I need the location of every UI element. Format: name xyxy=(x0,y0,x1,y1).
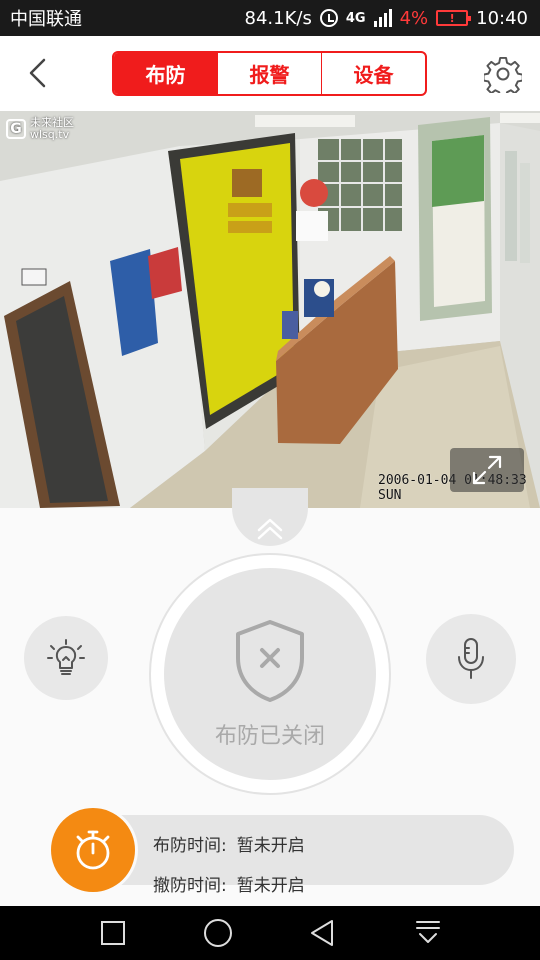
lightbulb-icon xyxy=(47,639,85,675)
signal-icon xyxy=(373,9,392,27)
network-type: 4G xyxy=(345,10,366,26)
light-button[interactable] xyxy=(24,616,108,700)
fullscreen-icon xyxy=(472,455,502,485)
watermark-line2: wlsq.tv xyxy=(30,128,70,141)
tab-arm[interactable]: 布防 xyxy=(114,53,217,94)
recent-apps-button[interactable] xyxy=(93,913,133,953)
notification-pull-button[interactable] xyxy=(408,913,448,953)
settings-icon[interactable] xyxy=(484,55,522,93)
channel-watermark: G 未来社区 wlsq.tv xyxy=(6,117,74,141)
back-nav-icon xyxy=(310,920,333,946)
status-bar: 中国联通 84.1K/s 4G 4% ! 10:40 xyxy=(0,0,540,36)
back-nav-button[interactable] xyxy=(303,913,343,953)
battery-low-icon: ! xyxy=(436,10,472,26)
chevron-up-icon xyxy=(257,518,283,540)
tab-bar: 布防 报警 设备 xyxy=(112,51,427,96)
channel-logo-icon: G xyxy=(6,119,26,139)
arm-status-label: 布防已关闭 xyxy=(214,724,325,749)
app-header: 布防 报警 设备 xyxy=(0,36,540,111)
disarm-time-row: 撤防时间: 暂未开启 xyxy=(153,871,305,896)
recent-apps-icon xyxy=(100,921,125,945)
disarm-time-value: 暂未开启 xyxy=(236,876,305,896)
microphone-icon xyxy=(458,638,484,679)
arm-time-row: 布防时间: 暂未开启 xyxy=(153,831,305,856)
home-icon xyxy=(203,919,232,947)
timer-button[interactable] xyxy=(51,808,135,892)
schedule-panel[interactable]: 布防时间: 暂未开启 撤防时间: 暂未开启 xyxy=(78,815,514,896)
battery-percent: 4% xyxy=(399,7,429,29)
control-panel: 布防已关闭 布防时间: 暂未开启 撤防时间: 暂未开启 xyxy=(0,488,540,906)
back-icon[interactable] xyxy=(26,58,56,88)
arm-time-value: 暂未开启 xyxy=(236,836,305,856)
microphone-button[interactable] xyxy=(426,614,516,704)
carrier-name: 中国联通 xyxy=(10,9,82,30)
shield-x-icon xyxy=(236,620,304,702)
tab-alarm[interactable]: 报警 xyxy=(217,53,321,94)
collapse-button[interactable] xyxy=(232,488,308,546)
alarm-icon xyxy=(319,9,338,27)
arm-toggle-button[interactable]: 布防已关闭 xyxy=(164,568,376,780)
disarm-time-label: 撤防时间: xyxy=(153,876,227,896)
clock: 10:40 xyxy=(476,7,528,29)
arm-time-label: 布防时间: xyxy=(153,836,227,856)
fullscreen-button[interactable] xyxy=(450,448,524,492)
network-speed: 84.1K/s xyxy=(244,7,312,29)
system-nav-bar xyxy=(0,906,540,960)
camera-feed[interactable]: G 未来社区 wlsq.tv 2006-01-04 01:48:33 SUN xyxy=(0,111,540,508)
home-button[interactable] xyxy=(198,913,238,953)
timer-icon xyxy=(76,830,110,870)
tab-device[interactable]: 设备 xyxy=(321,53,425,94)
notification-pull-icon xyxy=(415,921,440,943)
